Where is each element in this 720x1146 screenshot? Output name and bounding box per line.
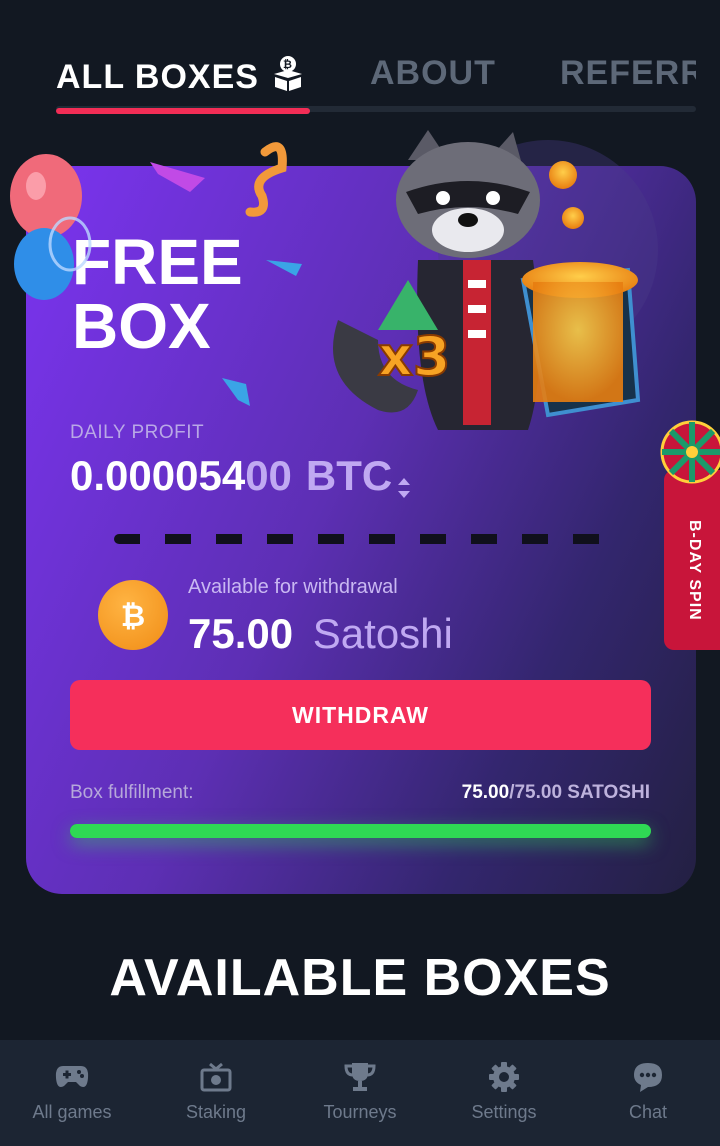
withdraw-button[interactable]: WITHDRAW: [70, 680, 651, 750]
free-box-title: FREE BOX: [72, 230, 243, 358]
raccoon-mascot-image: x3: [333, 130, 658, 430]
tab-bar: ALL BOXES ₿ ABOUT REFERRAL: [0, 0, 720, 116]
free-box-title-line2: BOX: [72, 290, 211, 362]
nav-staking[interactable]: Staking: [144, 1040, 288, 1146]
tab-referral[interactable]: REFERRAL: [560, 54, 696, 93]
tab-all-boxes[interactable]: ALL BOXES ₿: [56, 54, 305, 101]
box-fulfillment-value: 75.00/75.00 SATOSHI: [462, 782, 650, 804]
nav-all-games[interactable]: All games: [0, 1040, 144, 1146]
available-amount: 75.00: [188, 610, 294, 657]
daily-profit-label: DAILY PROFIT: [70, 422, 205, 443]
fulfillment-progress-fill: [70, 824, 651, 838]
tab-all-boxes-label: ALL BOXES: [56, 58, 259, 96]
daily-profit-amount: 0.000054: [70, 452, 246, 499]
nav-all-games-label: All games: [32, 1102, 112, 1122]
available-withdrawal-label: Available for withdrawal: [188, 576, 398, 598]
bottom-nav: All games Staking Tourneys Settings Chat: [0, 1040, 720, 1146]
tab-about[interactable]: ABOUT: [370, 54, 496, 93]
daily-profit-value: 0.000054 00 BTC: [70, 452, 412, 500]
spin-wheel-icon: [660, 420, 720, 484]
active-tab-indicator: [56, 108, 310, 114]
nav-tourneys-label: Tourneys: [323, 1102, 397, 1122]
currency-toggle-icon[interactable]: [396, 463, 412, 498]
nav-tourneys[interactable]: Tourneys: [288, 1040, 432, 1146]
available-unit: Satoshi: [312, 610, 453, 657]
free-box-title-line1: FREE: [72, 226, 243, 298]
nav-chat[interactable]: Chat: [576, 1040, 720, 1146]
nav-settings[interactable]: Settings: [432, 1040, 576, 1146]
box-fulfillment-label: Box fulfillment:: [70, 782, 194, 803]
staking-icon: [199, 1060, 233, 1094]
gamepad-icon: [55, 1060, 89, 1094]
svg-text:₿: ₿: [283, 58, 293, 71]
available-withdrawal-value: 75.00 Satoshi: [188, 610, 453, 658]
gear-icon: [487, 1060, 521, 1094]
chat-icon: [631, 1060, 665, 1094]
fulfillment-current: 75.00: [461, 782, 510, 803]
bitcoin-coin-icon: ₿: [98, 580, 168, 650]
svg-text:₿: ₿: [121, 599, 145, 634]
divider-dashes: [114, 534, 614, 544]
daily-profit-amount-dim: 00: [245, 452, 292, 499]
daily-profit-unit: BTC: [305, 452, 393, 499]
multiplier-badge: x3: [378, 325, 450, 388]
bday-spin-label: B-DAY SPIN: [686, 519, 703, 621]
fulfillment-total: /75.00 SATOSHI: [509, 782, 650, 803]
trophy-icon: [343, 1060, 377, 1094]
fulfillment-progress-bar: [70, 824, 651, 838]
available-boxes-title: AVAILABLE BOXES: [109, 949, 611, 1007]
bitcoin-box-icon: ₿: [271, 54, 305, 101]
nav-staking-label: Staking: [185, 1102, 247, 1122]
nav-settings-label: Settings: [471, 1102, 537, 1122]
nav-chat-label: Chat: [628, 1102, 668, 1122]
